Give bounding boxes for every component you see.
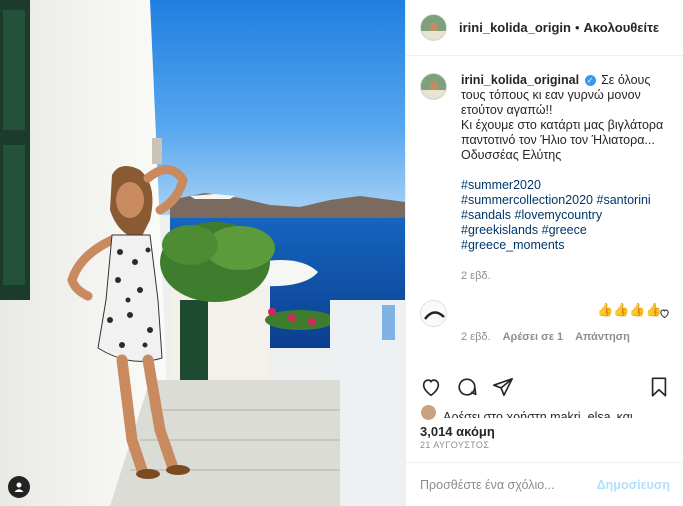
user-tag-icon[interactable]	[8, 476, 30, 498]
hashtag[interactable]: #santorini	[597, 193, 651, 207]
liked-by-row: Αρέσει στο χρήστη makri_elsa και	[420, 404, 675, 421]
comment-item: 👍👍👍👍	[420, 300, 670, 327]
paper-plane-icon[interactable]	[492, 376, 514, 398]
instagram-post: irini_kolida_origin • Ακολουθείτε irini_…	[0, 0, 683, 506]
caption-username[interactable]: irini_kolida_original	[461, 73, 579, 87]
post-photo[interactable]	[0, 0, 405, 506]
bookmark-icon[interactable]	[648, 376, 670, 398]
author-avatar[interactable]	[420, 14, 447, 41]
hashtag[interactable]: #lovemycountry	[515, 208, 603, 222]
caption: irini_kolida_original ✓ Σε όλους τους τό…	[420, 73, 670, 284]
post-comment-button[interactable]: Δημοσίευση	[597, 478, 670, 492]
comment-text: 👍👍👍👍	[597, 302, 662, 317]
caption-time[interactable]: 2 εβδ.	[461, 269, 670, 284]
verified-badge-icon: ✓	[584, 75, 596, 87]
author-username[interactable]: irini_kolida_origin	[459, 20, 571, 35]
hashtag[interactable]: #sandals	[461, 208, 511, 222]
comment-input[interactable]: Προσθέστε ένα σχόλιο...	[420, 478, 555, 492]
add-comment-bar: Προσθέστε ένα σχόλιο... Δημοσίευση	[406, 462, 683, 506]
hashtag[interactable]: #summer2020	[461, 178, 541, 192]
hashtag[interactable]: #summercollection2020	[461, 193, 593, 207]
heart-icon[interactable]	[420, 376, 442, 398]
likes-section: Αρέσει στο χρήστη makri_elsa και 3,014 ακ…	[420, 404, 675, 439]
post-side-panel: irini_kolida_origin • Ακολουθείτε irini_…	[405, 0, 683, 506]
santorini-photo	[0, 0, 405, 506]
liked-by-and: και	[616, 409, 633, 418]
liker-avatar[interactable]	[420, 404, 437, 421]
liked-by-partial[interactable]: Αρέσει στο χρήστη makri_elsa	[443, 410, 611, 418]
comment-time[interactable]: 2 εβδ.	[461, 331, 491, 343]
reply-button[interactable]: Απάντηση	[575, 331, 630, 343]
separator-dot: •	[574, 20, 580, 35]
caption-avatar[interactable]	[420, 73, 447, 100]
comment-meta: 2 εβδ. Αρέσει σε 1 Απάντηση	[461, 331, 670, 343]
likes-count[interactable]: 3,014 ακόμη	[420, 424, 675, 439]
comment-icon[interactable]	[456, 376, 478, 398]
commenter-avatar[interactable]	[420, 300, 447, 327]
hashtag[interactable]: #greece	[542, 223, 587, 237]
hashtag[interactable]: #greekislands	[461, 223, 538, 237]
caption-line-2: Κι έχουμε στο κατάρτι μας βιγλάτορα παντ…	[461, 118, 664, 147]
action-bar	[406, 372, 683, 402]
caption-body: irini_kolida_original ✓ Σε όλους τους τό…	[461, 73, 670, 284]
caption-signature: Οδυσσέας Ελύτης	[461, 148, 562, 162]
post-header: irini_kolida_origin • Ακολουθείτε	[406, 0, 683, 56]
post-date[interactable]: 21 ΑΥΓΟΥΣΤΟΣ	[420, 440, 489, 450]
following-button[interactable]: Ακολουθείτε	[584, 20, 660, 35]
comments-area: irini_kolida_original ✓ Σε όλους τους τό…	[406, 57, 683, 369]
comment-likes[interactable]: Αρέσει σε 1	[503, 331, 564, 343]
liked-by-text: Αρέσει στο χρήστη makri_elsa και	[443, 408, 633, 418]
hashtag[interactable]: #greece_moments	[461, 238, 565, 252]
comment-like-icon[interactable]	[659, 306, 670, 324]
